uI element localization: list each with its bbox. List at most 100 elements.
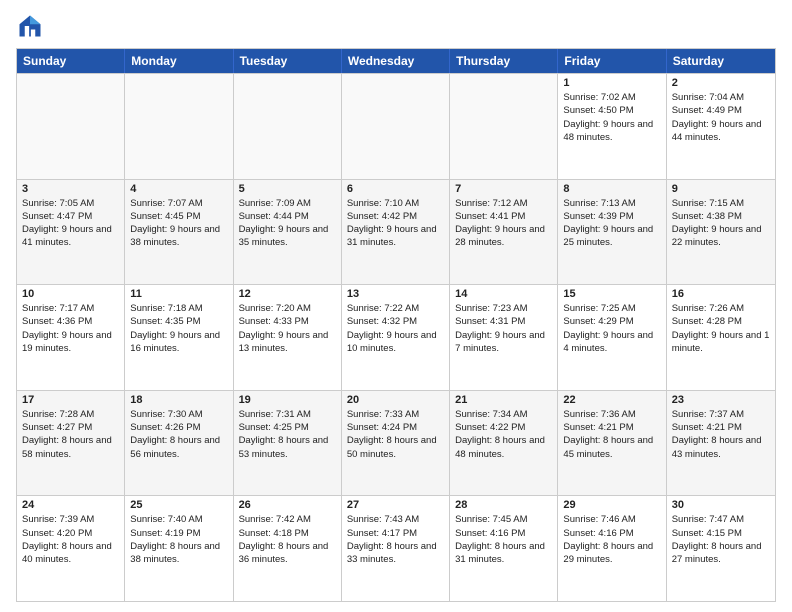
day-number: 1 <box>563 77 660 89</box>
day-info: Sunrise: 7:28 AM Sunset: 4:27 PM Dayligh… <box>22 409 112 460</box>
calendar-cell: 29 Sunrise: 7:46 AM Sunset: 4:16 PM Dayli… <box>558 496 666 601</box>
day-number: 2 <box>672 77 770 89</box>
day-number: 25 <box>130 499 227 511</box>
calendar-cell: 4Sunrise: 7:07 AM Sunset: 4:45 PM Daylig… <box>125 180 233 285</box>
calendar-cell: 2 Sunrise: 7:04 AM Sunset: 4:49 PM Daylig… <box>667 74 775 179</box>
day-info: Sunrise: 7:26 AM Sunset: 4:28 PM Dayligh… <box>672 303 770 354</box>
calendar-cell: 18 Sunrise: 7:30 AM Sunset: 4:26 PM Dayli… <box>125 391 233 496</box>
day-number: 21 <box>455 394 552 406</box>
day-info: Sunrise: 7:40 AM Sunset: 4:19 PM Dayligh… <box>130 514 220 565</box>
calendar-cell-empty <box>125 74 233 179</box>
day-info: Sunrise: 7:02 AM Sunset: 4:50 PM Dayligh… <box>563 92 653 143</box>
calendar-cell: 9 Sunrise: 7:15 AM Sunset: 4:38 PM Daylig… <box>667 180 775 285</box>
calendar-cell: 12 Sunrise: 7:20 AM Sunset: 4:33 PM Dayli… <box>234 285 342 390</box>
calendar-cell: 24Sunrise: 7:39 AM Sunset: 4:20 PM Dayli… <box>17 496 125 601</box>
calendar-header-cell: Tuesday <box>234 49 342 73</box>
day-number: 7 <box>455 183 552 195</box>
calendar-cell: 1 Sunrise: 7:02 AM Sunset: 4:50 PM Daylig… <box>558 74 666 179</box>
calendar-cell-empty <box>342 74 450 179</box>
day-info: Sunrise: 7:23 AM Sunset: 4:31 PM Dayligh… <box>455 303 545 354</box>
calendar-cell: 13 Sunrise: 7:22 AM Sunset: 4:32 PM Dayli… <box>342 285 450 390</box>
calendar-cell: 28 Sunrise: 7:45 AM Sunset: 4:16 PM Dayli… <box>450 496 558 601</box>
day-info: Sunrise: 7:33 AM Sunset: 4:24 PM Dayligh… <box>347 409 437 460</box>
calendar-cell: 21 Sunrise: 7:34 AM Sunset: 4:22 PM Dayli… <box>450 391 558 496</box>
calendar-cell-empty <box>234 74 342 179</box>
day-info: Sunrise: 7:47 AM Sunset: 4:15 PM Dayligh… <box>672 514 762 565</box>
calendar-cell: 15Sunrise: 7:25 AM Sunset: 4:29 PM Dayli… <box>558 285 666 390</box>
day-info: Sunrise: 7:18 AM Sunset: 4:35 PM Dayligh… <box>130 303 220 354</box>
day-number: 27 <box>347 499 444 511</box>
day-number: 28 <box>455 499 552 511</box>
day-info: Sunrise: 7:17 AM Sunset: 4:36 PM Dayligh… <box>22 303 112 354</box>
calendar-cell: 10Sunrise: 7:17 AM Sunset: 4:36 PM Dayli… <box>17 285 125 390</box>
calendar-week: 1 Sunrise: 7:02 AM Sunset: 4:50 PM Daylig… <box>17 73 775 179</box>
day-number: 3 <box>22 183 119 195</box>
calendar-cell: 17Sunrise: 7:28 AM Sunset: 4:27 PM Dayli… <box>17 391 125 496</box>
day-info: Sunrise: 7:09 AM Sunset: 4:44 PM Dayligh… <box>239 198 329 249</box>
calendar-cell: 3 Sunrise: 7:05 AM Sunset: 4:47 PM Daylig… <box>17 180 125 285</box>
calendar-cell: 20 Sunrise: 7:33 AM Sunset: 4:24 PM Dayli… <box>342 391 450 496</box>
calendar-header-cell: Friday <box>558 49 666 73</box>
calendar-header-cell: Thursday <box>450 49 558 73</box>
day-number: 26 <box>239 499 336 511</box>
day-info: Sunrise: 7:05 AM Sunset: 4:47 PM Dayligh… <box>22 198 112 249</box>
calendar: SundayMondayTuesdayWednesdayThursdayFrid… <box>16 48 776 602</box>
calendar-cell: 14 Sunrise: 7:23 AM Sunset: 4:31 PM Dayli… <box>450 285 558 390</box>
calendar-cell: 16 Sunrise: 7:26 AM Sunset: 4:28 PM Dayli… <box>667 285 775 390</box>
calendar-cell: 22 Sunrise: 7:36 AM Sunset: 4:21 PM Dayli… <box>558 391 666 496</box>
day-number: 11 <box>130 288 227 300</box>
day-number: 20 <box>347 394 444 406</box>
day-info: Sunrise: 7:43 AM Sunset: 4:17 PM Dayligh… <box>347 514 437 565</box>
calendar-week: 17Sunrise: 7:28 AM Sunset: 4:27 PM Dayli… <box>17 390 775 496</box>
day-number: 8 <box>563 183 660 195</box>
day-info: Sunrise: 7:34 AM Sunset: 4:22 PM Dayligh… <box>455 409 545 460</box>
day-number: 29 <box>563 499 660 511</box>
calendar-cell: 19 Sunrise: 7:31 AM Sunset: 4:25 PM Dayli… <box>234 391 342 496</box>
calendar-body: 1 Sunrise: 7:02 AM Sunset: 4:50 PM Daylig… <box>17 73 775 601</box>
day-info: Sunrise: 7:46 AM Sunset: 4:16 PM Dayligh… <box>563 514 653 565</box>
day-number: 19 <box>239 394 336 406</box>
calendar-header-cell: Wednesday <box>342 49 450 73</box>
calendar-week: 3 Sunrise: 7:05 AM Sunset: 4:47 PM Daylig… <box>17 179 775 285</box>
day-info: Sunrise: 7:20 AM Sunset: 4:33 PM Dayligh… <box>239 303 329 354</box>
day-number: 12 <box>239 288 336 300</box>
calendar-header-cell: Monday <box>125 49 233 73</box>
logo-icon <box>16 12 44 40</box>
day-info: Sunrise: 7:22 AM Sunset: 4:32 PM Dayligh… <box>347 303 437 354</box>
day-number: 22 <box>563 394 660 406</box>
day-number: 18 <box>130 394 227 406</box>
calendar-cell: 23Sunrise: 7:37 AM Sunset: 4:21 PM Dayli… <box>667 391 775 496</box>
calendar-header-cell: Saturday <box>667 49 775 73</box>
calendar-cell-empty <box>450 74 558 179</box>
calendar-cell-empty <box>17 74 125 179</box>
day-info: Sunrise: 7:42 AM Sunset: 4:18 PM Dayligh… <box>239 514 329 565</box>
calendar-cell: 8Sunrise: 7:13 AM Sunset: 4:39 PM Daylig… <box>558 180 666 285</box>
calendar-cell: 26 Sunrise: 7:42 AM Sunset: 4:18 PM Dayli… <box>234 496 342 601</box>
day-info: Sunrise: 7:30 AM Sunset: 4:26 PM Dayligh… <box>130 409 220 460</box>
day-info: Sunrise: 7:04 AM Sunset: 4:49 PM Dayligh… <box>672 92 762 143</box>
day-info: Sunrise: 7:31 AM Sunset: 4:25 PM Dayligh… <box>239 409 329 460</box>
day-number: 13 <box>347 288 444 300</box>
calendar-header-cell: Sunday <box>17 49 125 73</box>
day-number: 16 <box>672 288 770 300</box>
day-info: Sunrise: 7:45 AM Sunset: 4:16 PM Dayligh… <box>455 514 545 565</box>
day-number: 14 <box>455 288 552 300</box>
day-info: Sunrise: 7:25 AM Sunset: 4:29 PM Dayligh… <box>563 303 653 354</box>
day-info: Sunrise: 7:07 AM Sunset: 4:45 PM Dayligh… <box>130 198 220 249</box>
day-number: 9 <box>672 183 770 195</box>
logo <box>16 12 48 40</box>
day-info: Sunrise: 7:15 AM Sunset: 4:38 PM Dayligh… <box>672 198 762 249</box>
calendar-cell: 27 Sunrise: 7:43 AM Sunset: 4:17 PM Dayli… <box>342 496 450 601</box>
calendar-cell: 25 Sunrise: 7:40 AM Sunset: 4:19 PM Dayli… <box>125 496 233 601</box>
day-number: 24 <box>22 499 119 511</box>
calendar-cell: 11 Sunrise: 7:18 AM Sunset: 4:35 PM Dayli… <box>125 285 233 390</box>
day-info: Sunrise: 7:12 AM Sunset: 4:41 PM Dayligh… <box>455 198 545 249</box>
calendar-week: 10Sunrise: 7:17 AM Sunset: 4:36 PM Dayli… <box>17 284 775 390</box>
page-header <box>16 12 776 40</box>
day-info: Sunrise: 7:10 AM Sunset: 4:42 PM Dayligh… <box>347 198 437 249</box>
calendar-cell: 30Sunrise: 7:47 AM Sunset: 4:15 PM Dayli… <box>667 496 775 601</box>
day-info: Sunrise: 7:36 AM Sunset: 4:21 PM Dayligh… <box>563 409 653 460</box>
day-number: 5 <box>239 183 336 195</box>
calendar-cell: 7 Sunrise: 7:12 AM Sunset: 4:41 PM Daylig… <box>450 180 558 285</box>
calendar-week: 24Sunrise: 7:39 AM Sunset: 4:20 PM Dayli… <box>17 495 775 601</box>
